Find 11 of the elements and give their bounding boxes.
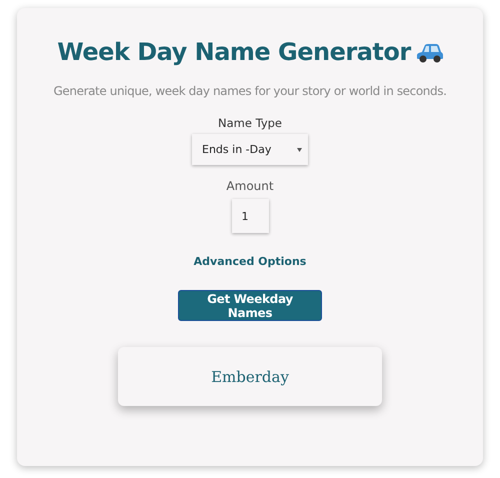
car-icon [416,43,443,63]
get-names-button[interactable]: Get Weekday Names [178,290,322,321]
page-title: Week Day Name Generator [57,38,411,66]
field-label: Amount [226,179,274,193]
caret-icon [297,148,302,152]
generated-name: Emberday [211,368,289,386]
advanced-options-link[interactable]: Advanced Options [194,255,306,268]
amount-field[interactable]: 1 [232,199,268,233]
subtitle: Generate unique, week day names for your story or world in seconds. [54,84,446,98]
field-label: Name Type [218,116,282,130]
name-type-dropdown[interactable]: Ends in -Day [192,134,308,165]
